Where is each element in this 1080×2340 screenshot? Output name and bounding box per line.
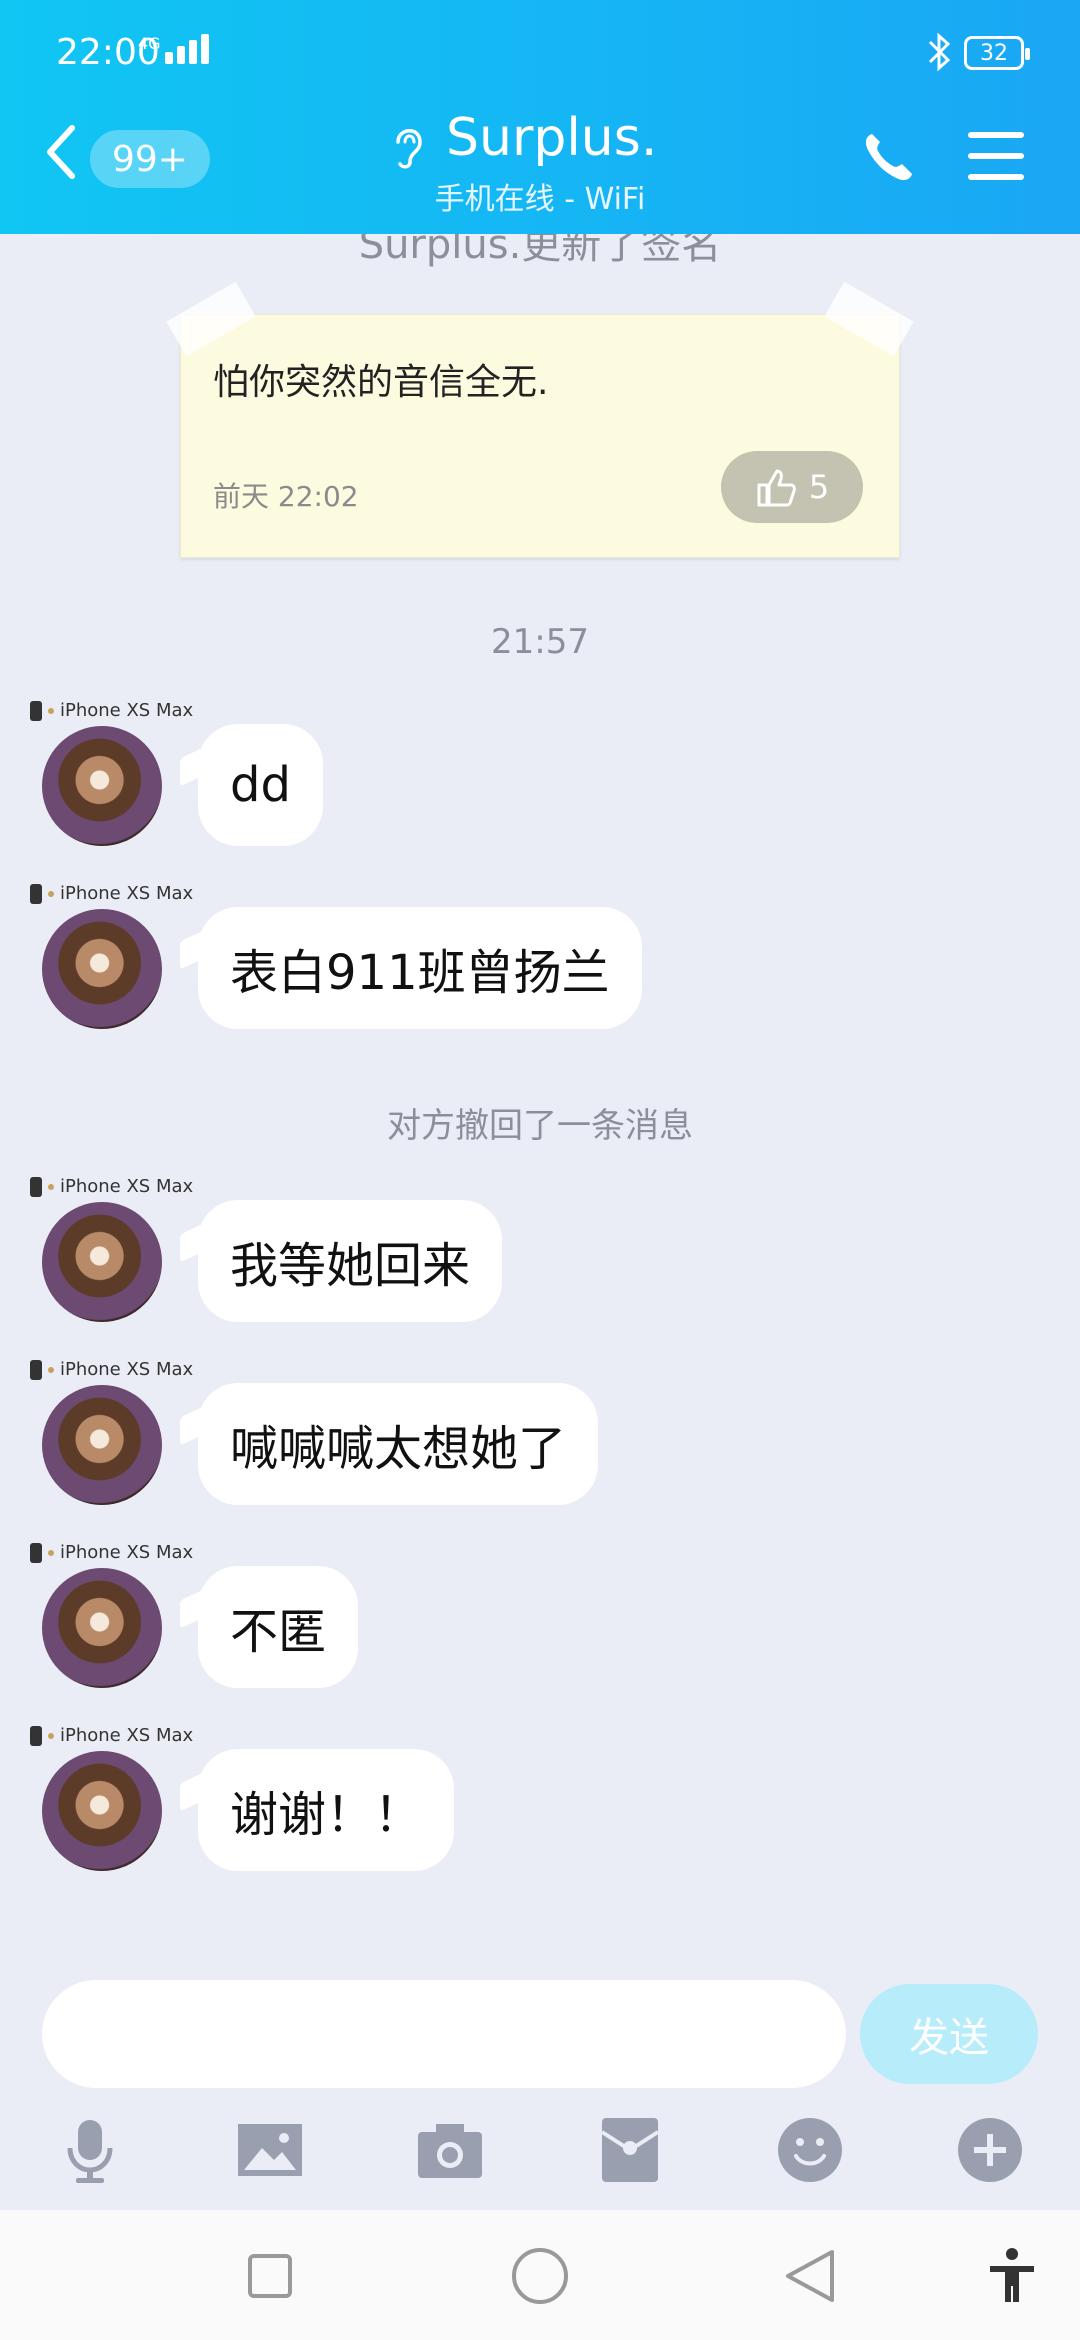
bluetooth-icon bbox=[928, 32, 951, 72]
message-bubble[interactable]: 不匿 bbox=[198, 1566, 359, 1688]
menu-icon[interactable] bbox=[968, 132, 1024, 180]
note-text: 怕你突然的音信全无. bbox=[213, 362, 549, 403]
emoji-icon[interactable] bbox=[776, 2116, 844, 2184]
phone-device-icon bbox=[30, 1176, 42, 1197]
message-bubble[interactable]: dd bbox=[198, 724, 323, 846]
online-status: 手机在线 - WiFi bbox=[434, 182, 646, 217]
time-separator: 21:57 bbox=[491, 622, 589, 662]
like-count: 5 bbox=[808, 468, 830, 506]
camera-icon[interactable] bbox=[416, 2116, 484, 2184]
like-button[interactable]: 5 bbox=[721, 451, 863, 523]
back-nav-icon[interactable] bbox=[780, 2246, 840, 2306]
device-label: iPhone XS Max bbox=[30, 883, 193, 904]
device-label: iPhone XS Max bbox=[30, 1176, 193, 1197]
signal-icon: 4G bbox=[138, 34, 209, 64]
chat-title[interactable]: Surplus. bbox=[446, 108, 657, 168]
avatar[interactable] bbox=[42, 909, 162, 1029]
phone-device-icon bbox=[30, 700, 42, 721]
phone-icon[interactable] bbox=[860, 128, 916, 186]
network-type: 4G bbox=[138, 34, 161, 53]
image-icon[interactable] bbox=[236, 2116, 304, 2184]
device-label: iPhone XS Max bbox=[30, 700, 193, 721]
recall-notice: 对方撤回了一条消息 bbox=[387, 1106, 693, 1146]
message-bubble[interactable]: 喊喊喊太想她了 bbox=[198, 1383, 599, 1505]
avatar[interactable] bbox=[42, 1385, 162, 1505]
tape-left bbox=[166, 281, 256, 357]
message-input[interactable] bbox=[42, 1980, 846, 2088]
recent-apps-icon[interactable] bbox=[240, 2246, 300, 2306]
message-row: iPhone XS Max 喊喊喊太想她了 bbox=[0, 1359, 1080, 1529]
send-button[interactable]: 发送 bbox=[860, 1984, 1038, 2084]
phone-device-icon bbox=[30, 1725, 42, 1746]
message-row: iPhone XS Max dd bbox=[0, 700, 1080, 870]
microphone-icon[interactable] bbox=[56, 2116, 124, 2184]
back-icon[interactable] bbox=[42, 122, 82, 182]
chat-header: 22:00 4G 32 99+ Surplus. 手机在线 - WiFi bbox=[0, 0, 1080, 234]
home-icon[interactable] bbox=[510, 2246, 570, 2306]
device-label: iPhone XS Max bbox=[30, 1725, 193, 1746]
input-toolbar bbox=[0, 2108, 1080, 2188]
message-row: iPhone XS Max 谢谢！！ bbox=[0, 1725, 1080, 1895]
device-label: iPhone XS Max bbox=[30, 1359, 193, 1380]
avatar[interactable] bbox=[42, 1751, 162, 1871]
phone-device-icon bbox=[30, 1542, 42, 1563]
tape-right bbox=[824, 281, 914, 357]
message-row: iPhone XS Max 不匿 bbox=[0, 1542, 1080, 1712]
message-row: iPhone XS Max 我等她回来 bbox=[0, 1176, 1080, 1346]
ear-icon bbox=[396, 129, 422, 169]
accessibility-icon[interactable] bbox=[982, 2246, 1042, 2306]
phone-device-icon bbox=[30, 883, 42, 904]
phone-device-icon bbox=[30, 1359, 42, 1380]
plus-icon[interactable] bbox=[956, 2116, 1024, 2184]
battery-level: 32 bbox=[980, 40, 1008, 66]
avatar[interactable] bbox=[42, 1568, 162, 1688]
message-bubble[interactable]: 表白911班曾扬兰 bbox=[198, 907, 642, 1029]
system-nav-bar bbox=[0, 2210, 1080, 2340]
avatar[interactable] bbox=[42, 1202, 162, 1322]
thumbs-up-icon bbox=[757, 469, 796, 507]
message-bubble[interactable]: 我等她回来 bbox=[198, 1200, 503, 1322]
note-time: 前天 22:02 bbox=[213, 480, 359, 513]
avatar[interactable] bbox=[42, 726, 162, 846]
device-label: iPhone XS Max bbox=[30, 1542, 193, 1563]
battery-icon: 32 bbox=[964, 36, 1030, 70]
message-row: iPhone XS Max 表白911班曾扬兰 bbox=[0, 883, 1080, 1053]
message-bubble[interactable]: 谢谢！！ bbox=[198, 1749, 455, 1871]
signature-note-card[interactable]: 怕你突然的音信全无. 前天 22:02 5 bbox=[166, 281, 914, 558]
red-packet-icon[interactable] bbox=[596, 2116, 664, 2184]
